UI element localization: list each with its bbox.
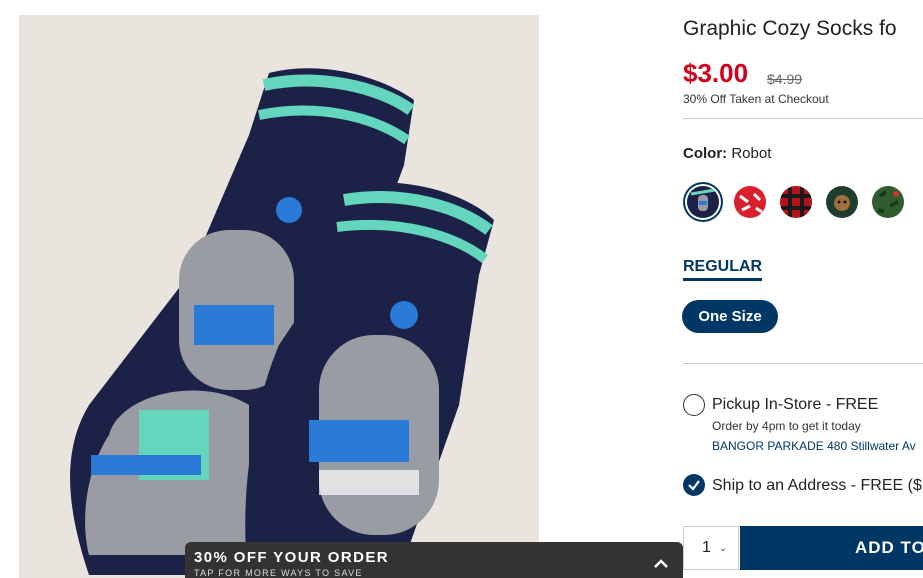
color-selection: Color: Robot [683,145,771,162]
ship-label[interactable]: Ship to an Address - FREE ($ [712,477,922,495]
ship-radio[interactable] [683,474,705,496]
divider [683,118,923,119]
pickup-radio[interactable] [683,394,705,416]
store-link[interactable]: BANGOR PARKADE 480 Stillwater Av [712,439,916,453]
quantity-select[interactable]: 1 ⌄ [683,526,739,570]
size-one-size-button[interactable]: One Size [682,300,778,333]
divider [683,363,923,364]
discount-note: 30% Off Taken at Checkout [683,92,829,106]
color-value: Robot [731,145,772,162]
tab-regular[interactable]: REGULAR [683,258,763,281]
promo-headline: 30% OFF YOUR ORDER [194,549,389,566]
chevron-up-icon[interactable] [653,556,669,572]
chevron-down-icon: ⌄ [718,542,728,554]
swatch-green-holiday[interactable] [872,186,904,218]
swatch-reindeer[interactable] [826,186,858,218]
product-image [19,15,539,578]
swatch-red-white-pattern[interactable] [734,186,766,218]
swatch-red-plaid[interactable] [780,186,812,218]
color-label: Color: [683,145,728,162]
add-to-bag-button[interactable]: ADD TO [740,526,923,570]
original-price: $4.99 [767,71,803,87]
swatch-robot[interactable] [687,186,719,218]
product-title: Graphic Cozy Socks fo [683,17,897,40]
promo-banner[interactable]: 30% OFF YOUR ORDER TAP FOR MORE WAYS TO … [185,542,683,578]
sale-price: $3.00 [683,58,749,88]
quantity-value: 1 [702,539,711,556]
pickup-label[interactable]: Pickup In-Store - FREE [712,396,878,414]
pickup-note: Order by 4pm to get it today [712,419,861,433]
promo-subline: TAP FOR MORE WAYS TO SAVE [194,568,363,578]
check-icon [688,480,700,491]
